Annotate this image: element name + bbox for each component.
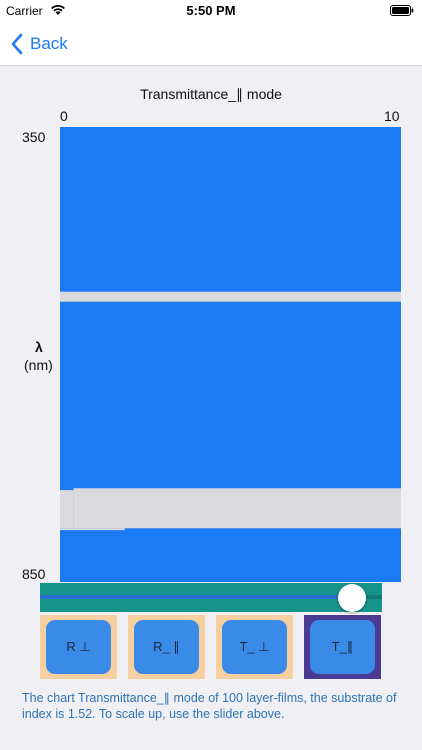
transmittance-heatmap xyxy=(60,127,401,582)
status-time: 5:50 PM xyxy=(186,3,236,18)
heatmap-band-3 xyxy=(60,528,125,531)
heatmap-band-1 xyxy=(60,490,74,529)
y-tick-label-min: 350 xyxy=(22,129,46,145)
back-button[interactable]: Back xyxy=(10,30,68,58)
chart-description: The chart Transmittance_∥ mode of 100 la… xyxy=(22,691,397,721)
x-tick-label-min: 0 xyxy=(60,108,68,124)
chart-title: Transmittance_∥ mode xyxy=(140,86,282,102)
heatmap-band-0 xyxy=(60,291,401,302)
mode-button-r-perpendicular[interactable]: R ⊥ xyxy=(40,615,117,679)
navigation-bar: Back xyxy=(0,22,422,66)
mode-button-t-perpendicular[interactable]: T_ ⊥ xyxy=(216,615,293,679)
mode-button-t-parallel[interactable]: T_∥ xyxy=(304,615,381,679)
mode-button-r-parallel[interactable]: R_ ∥ xyxy=(128,615,205,679)
mode-button-label: T_∥ xyxy=(310,620,375,674)
chevron-left-icon xyxy=(11,33,23,55)
status-bar: Carrier 5:50 PM xyxy=(0,0,422,22)
heatmap-band-2 xyxy=(73,488,401,529)
mode-button-label: T_ ⊥ xyxy=(222,620,287,674)
mode-button-label: R_ ∥ xyxy=(134,620,199,674)
x-tick-label-max: 10 xyxy=(384,108,400,124)
scale-slider[interactable] xyxy=(40,583,382,612)
back-label: Back xyxy=(30,34,68,53)
slider-thumb[interactable] xyxy=(338,584,367,612)
mode-button-label: R ⊥ xyxy=(46,620,111,674)
y-tick-label-max: 850 xyxy=(22,566,46,582)
slider-fill xyxy=(40,595,353,599)
y-axis-label-lambda: λ xyxy=(35,339,43,355)
battery-icon xyxy=(390,5,414,16)
y-axis-label-unit: (nm) xyxy=(24,357,53,373)
